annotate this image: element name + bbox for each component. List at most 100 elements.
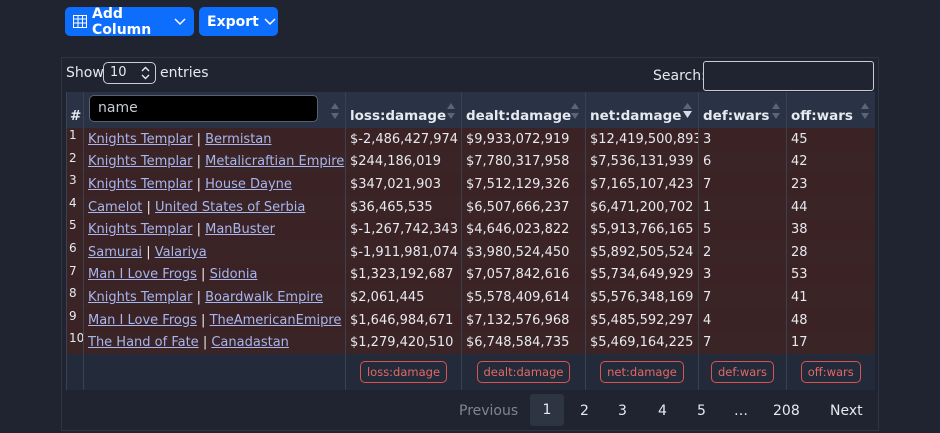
export-label: Export (207, 13, 259, 30)
loss-damage-cell: $2,061,445 (345, 286, 462, 309)
off-wars-cell: 42 (786, 150, 875, 174)
def-wars-cell: 2 (698, 240, 787, 264)
alliance-link[interactable]: Knights Templar (88, 177, 192, 192)
alliance-link[interactable]: The Hand of Fate (88, 335, 199, 350)
alliance-link[interactable]: Metalicraftian Empire (205, 154, 344, 169)
table-row: 10 The Hand of Fate | Canadastan $1,279,42… (66, 331, 875, 354)
search-input[interactable] (703, 61, 874, 91)
name-cell: Samurai | Valariya (83, 240, 346, 264)
alliance-link[interactable]: TheAmericanEmipre (210, 313, 342, 328)
column-tag-button[interactable]: net:damage (600, 360, 684, 383)
alliance-link[interactable]: Knights Templar (88, 132, 192, 147)
alliance-link[interactable]: Man I Love Frogs (88, 267, 197, 282)
next-page-link[interactable]: Next (830, 399, 863, 423)
net-damage-cell: $7,165,107,423 (585, 173, 699, 196)
net-damage-cell: $5,485,592,297 (585, 308, 699, 332)
search-label: Search: (653, 68, 706, 84)
index-header: # (66, 92, 84, 128)
off-wars-cell: 38 (786, 218, 875, 241)
dealt-damage-cell: $3,980,524,450 (461, 240, 586, 264)
table-row: 4 Camelot | United States of Serbia $36,46… (66, 195, 875, 219)
dealt-damage-cell: $7,132,576,968 (461, 308, 586, 332)
pagination: Previous 1 2 3 4 5 … 208 Next (0, 394, 940, 426)
net-damage-cell: $5,576,348,169 (585, 286, 699, 309)
off-wars-cell: 45 (786, 128, 875, 151)
separator: | (201, 267, 206, 283)
alliance-link[interactable]: Bermistan (205, 132, 271, 147)
add-column-button[interactable]: Add Column (65, 6, 194, 38)
separator: | (196, 222, 201, 238)
column-header[interactable]: loss:damage (345, 92, 462, 128)
sort-icon[interactable] (447, 103, 455, 119)
net-damage-cell: $5,469,164,225 (585, 331, 699, 354)
column-header-label: net:damage (590, 108, 682, 124)
separator: | (202, 335, 208, 351)
loss-damage-cell: $1,323,192,687 (345, 263, 462, 287)
entries-select-value: 10 (110, 65, 127, 80)
def-wars-cell: 1 (698, 195, 787, 219)
alliance-link[interactable]: United States of Serbia (155, 200, 305, 215)
last-page-link[interactable]: 208 (773, 399, 800, 423)
page-link[interactable]: 5 (697, 399, 706, 423)
loss-damage-cell: $-1,911,981,074 (345, 240, 462, 264)
alliance-link[interactable]: Samurai (88, 245, 142, 260)
entries-label: entries (160, 65, 209, 81)
previous-page-link[interactable]: Previous (459, 399, 518, 423)
row-index: 7 (66, 263, 84, 287)
footer-cell: net:damage (585, 353, 699, 390)
column-header[interactable]: def:wars (698, 92, 787, 128)
column-header[interactable]: dealt:damage (461, 92, 586, 128)
row-index: 3 (66, 173, 84, 196)
table-icon (73, 15, 87, 28)
name-header[interactable]: name (83, 92, 346, 128)
alliance-link[interactable]: Sidonia (210, 267, 258, 282)
sort-icon[interactable] (331, 103, 339, 119)
dealt-damage-cell: $5,578,409,614 (461, 286, 586, 309)
def-wars-cell: 3 (698, 263, 787, 287)
separator: | (146, 199, 151, 215)
sort-icon[interactable] (772, 103, 780, 119)
alliance-link[interactable]: Canadastan (211, 335, 289, 350)
alliance-link[interactable]: House Dayne (205, 177, 292, 192)
sort-icon[interactable] (571, 103, 579, 119)
entries-select[interactable]: 10 (103, 62, 156, 84)
sort-desc-icon[interactable] (683, 103, 692, 119)
column-tag-button[interactable]: def:wars (710, 360, 775, 383)
dealt-damage-cell: $9,933,072,919 (461, 128, 586, 151)
column-tag-button[interactable]: loss:damage (359, 360, 448, 383)
dealt-damage-cell: $7,512,129,326 (461, 173, 586, 196)
alliance-link[interactable]: Knights Templar (88, 154, 192, 169)
net-damage-cell: $12,419,500,893 (585, 128, 699, 151)
footer-cell (66, 353, 84, 390)
name-cell: Knights Templar | ManBuster (83, 218, 346, 241)
page-link[interactable]: 2 (580, 399, 589, 423)
page-link[interactable]: 3 (618, 399, 627, 423)
net-damage-cell: $5,734,649,929 (585, 263, 699, 287)
alliance-link[interactable]: Knights Templar (88, 290, 192, 305)
column-tag-button[interactable]: dealt:damage (476, 360, 571, 383)
alliance-link[interactable]: Valariya (155, 245, 207, 260)
footer-cell: dealt:damage (461, 353, 586, 390)
column-header[interactable]: net:damage (585, 92, 699, 128)
dealt-damage-cell: $4,646,023,822 (461, 218, 586, 241)
alliance-link[interactable]: Knights Templar (88, 222, 192, 237)
loss-damage-cell: $244,186,019 (345, 150, 462, 174)
name-filter-input[interactable]: name (89, 95, 318, 122)
column-header[interactable]: off:wars (786, 92, 875, 128)
alliance-link[interactable]: ManBuster (205, 222, 275, 237)
sort-icon[interactable] (860, 103, 869, 119)
alliance-link[interactable]: Camelot (88, 200, 142, 215)
dealt-damage-cell: $6,507,666,237 (461, 195, 586, 219)
export-button[interactable]: Export (199, 7, 278, 36)
page-link-current[interactable]: 1 (530, 394, 564, 426)
column-header-label: def:wars (703, 108, 770, 124)
net-damage-cell: $5,892,505,524 (585, 240, 699, 264)
alliance-link[interactable]: Boardwalk Empire (205, 290, 323, 305)
column-tag-button[interactable]: off:wars (800, 360, 861, 383)
loss-damage-cell: $36,465,535 (345, 195, 462, 219)
name-cell: Camelot | United States of Serbia (83, 195, 346, 219)
chevron-down-icon (264, 17, 276, 25)
alliance-link[interactable]: Man I Love Frogs (88, 313, 197, 328)
page-link[interactable]: 4 (658, 399, 667, 423)
separator: | (196, 131, 201, 147)
